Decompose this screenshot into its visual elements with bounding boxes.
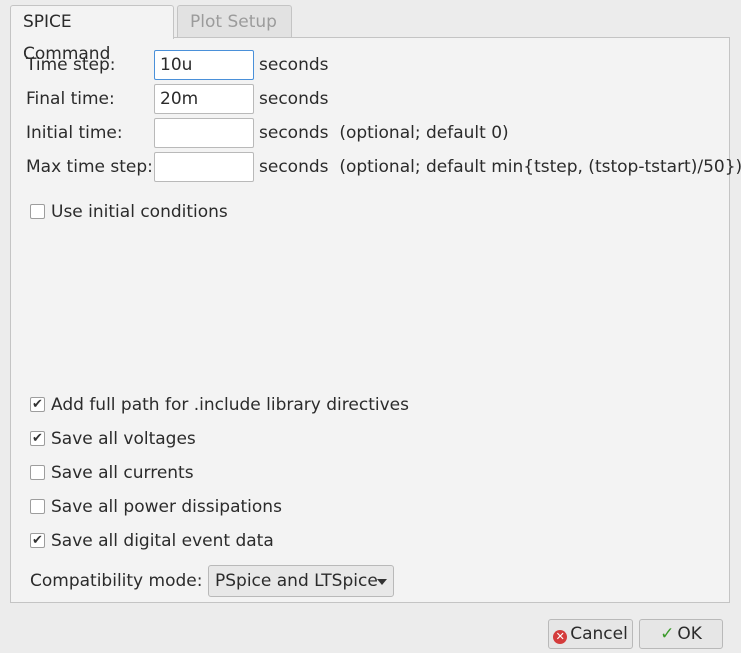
checkbox-box[interactable]: [30, 499, 45, 514]
spice-command-panel: Time step: seconds Final time: seconds I…: [10, 37, 741, 603]
checkbox-box-checked[interactable]: ✔: [30, 431, 45, 446]
save-all-voltages-label: Save all voltages: [51, 429, 196, 449]
initial-time-note: (optional; default 0): [339, 123, 509, 143]
time-step-unit: seconds: [259, 55, 329, 75]
final-time-unit: seconds: [259, 89, 329, 109]
initial-time-unit: seconds (optional; default 0): [259, 123, 509, 143]
ok-button[interactable]: ✓ OK: [639, 619, 723, 649]
cancel-circle-icon: ✕: [553, 630, 568, 644]
tab-spice-command[interactable]: SPICE Command: [10, 5, 174, 64]
save-all-digital-event-data-label: Save all digital event data: [51, 531, 274, 551]
compatibility-mode-value: PSpice and LTSpice: [215, 571, 378, 591]
dropdown-arrow-icon: [377, 579, 387, 585]
checkbox-box[interactable]: [30, 204, 45, 219]
cancel-button-label: Cancel: [570, 624, 628, 644]
checkbox-box[interactable]: [30, 465, 45, 480]
cancel-button[interactable]: ✕ Cancel: [548, 619, 633, 649]
max-time-step-unit: seconds (optional; default min{tstep, (t…: [259, 157, 741, 177]
ok-button-label: OK: [677, 624, 702, 644]
final-time-input[interactable]: [154, 84, 254, 114]
checkbox-box-checked[interactable]: ✔: [30, 533, 45, 548]
save-all-currents-label: Save all currents: [51, 463, 194, 483]
compatibility-mode-select[interactable]: PSpice and LTSpice: [208, 565, 394, 597]
tab-plot-setup[interactable]: Plot Setup: [177, 5, 292, 37]
checkbox-box-checked[interactable]: ✔: [30, 397, 45, 412]
max-time-step-label: Max time step:: [26, 157, 153, 177]
max-time-step-input[interactable]: [154, 152, 254, 182]
add-full-path-label: Add full path for .include library direc…: [51, 395, 409, 415]
initial-time-input[interactable]: [154, 118, 254, 148]
max-time-step-note: (optional; default min{tstep, (tstop-tst…: [339, 157, 741, 177]
final-time-label: Final time:: [26, 89, 115, 109]
time-step-input[interactable]: [154, 50, 254, 80]
use-initial-conditions-label: Use initial conditions: [51, 202, 228, 222]
save-all-power-dissipations-label: Save all power dissipations: [51, 497, 282, 517]
compatibility-mode-label: Compatibility mode:: [30, 571, 203, 591]
initial-time-label: Initial time:: [26, 123, 123, 143]
checkmark-icon: ✓: [660, 624, 675, 644]
